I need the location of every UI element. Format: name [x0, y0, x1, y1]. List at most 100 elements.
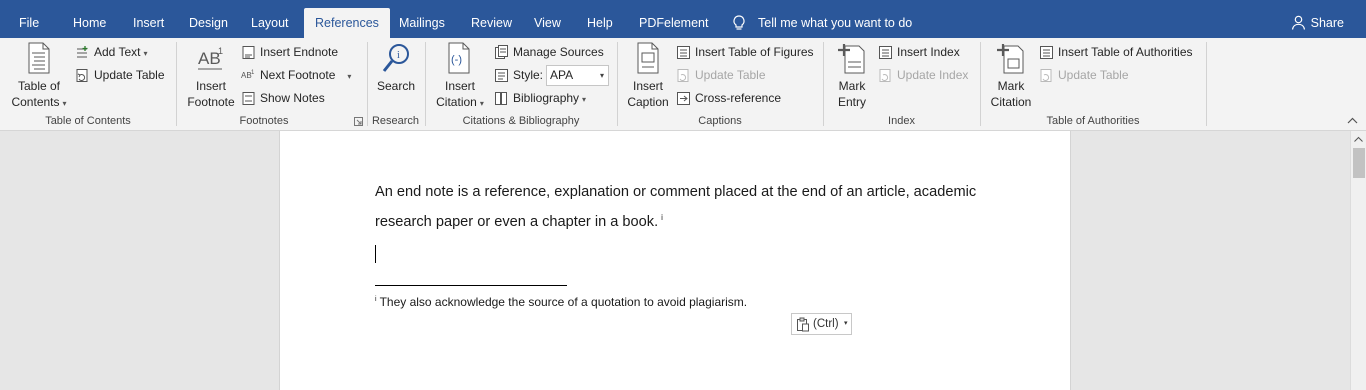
svg-text:i: i [397, 50, 400, 61]
insert-caption-label-2: Caption [627, 95, 669, 109]
insert-footnote-label-1: Insert [195, 79, 226, 93]
tab-file[interactable]: File [19, 8, 39, 38]
tab-mailings[interactable]: Mailings [399, 8, 445, 38]
endnote-text[interactable]: i They also acknowledge the source of a q… [375, 292, 747, 310]
group-separator [176, 42, 177, 126]
group-label-toc: Table of Contents [45, 115, 131, 127]
group-separator [425, 42, 426, 126]
update-table-label: Update Table [695, 68, 766, 82]
paste-options-button[interactable]: (Ctrl) ▾ [791, 313, 852, 335]
tell-me-text: Tell me what you want to do [758, 16, 913, 30]
share-button[interactable]: Share [1291, 8, 1344, 38]
svg-text:1: 1 [251, 70, 255, 76]
group-separator [823, 42, 824, 126]
cross-reference-button[interactable]: Cross-reference [676, 88, 781, 108]
insert-citation-label-1: Insert [444, 79, 475, 93]
toc-label-1: Table of [17, 79, 61, 93]
update-table-icon [1040, 69, 1052, 82]
insert-caption-button[interactable]: Insert Caption [624, 42, 672, 110]
update-index-icon [879, 69, 891, 82]
show-notes-icon [242, 92, 255, 105]
citation-style-select[interactable]: APA ▾ [546, 65, 609, 86]
insert-citation-button[interactable]: (-) Insert Citation ▾ [432, 42, 488, 112]
chevron-down-icon: ▾ [599, 71, 604, 80]
update-table-toc-button[interactable]: Update Table [75, 65, 165, 85]
insert-table-of-figures-button[interactable]: Insert Table of Figures [676, 42, 814, 62]
collapse-ribbon-icon[interactable] [1347, 117, 1358, 125]
manage-sources-button[interactable]: Manage Sources [494, 42, 604, 62]
body-paragraph[interactable]: An end note is a reference, explanation … [375, 180, 1015, 235]
mark-citation-label-1: Mark [997, 79, 1025, 93]
insert-table-of-authorities-label: Insert Table of Authorities [1058, 45, 1193, 59]
tab-insert[interactable]: Insert [133, 8, 164, 38]
insert-footnote-button[interactable]: AB 1 Insert Footnote [184, 42, 238, 110]
update-table-authorities-button[interactable]: Update Table [1039, 65, 1129, 85]
update-table-icon [76, 69, 88, 82]
mark-citation-label-2: Citation [990, 95, 1032, 109]
tab-pdfelement[interactable]: PDFelement [639, 8, 708, 38]
add-text-label: Add Text [94, 45, 141, 59]
tab-view[interactable]: View [534, 8, 561, 38]
next-footnote-button[interactable]: AB 1 Next Footnote ▾ [241, 65, 351, 85]
insert-endnote-label: Insert Endnote [260, 45, 339, 59]
scroll-up-icon[interactable] [1354, 136, 1363, 142]
endnote-content: They also acknowledge the source of a qu… [379, 295, 748, 309]
show-notes-button[interactable]: Show Notes [241, 88, 325, 108]
insert-endnote-icon [242, 46, 255, 59]
update-index-button[interactable]: Update Index [878, 65, 968, 85]
group-separator [1206, 42, 1207, 126]
mark-entry-button[interactable]: Mark Entry [830, 42, 874, 110]
next-footnote-label: Next Footnote [260, 68, 336, 82]
group-separator [617, 42, 618, 126]
update-index-label: Update Index [897, 68, 969, 82]
cross-reference-label: Cross-reference [695, 91, 782, 105]
update-table-captions-button[interactable]: Update Table [676, 65, 766, 85]
insert-index-button[interactable]: Insert Index [878, 42, 960, 62]
table-of-contents-button[interactable]: Table of Contents ▾ [10, 42, 68, 112]
style-label-container: Style: [494, 65, 543, 85]
tab-design[interactable]: Design [189, 8, 228, 38]
mark-entry-icon [838, 44, 865, 74]
search-button[interactable]: i Search [373, 42, 419, 94]
paragraph-text: An end note is a reference, explanation … [375, 184, 977, 230]
tab-references[interactable]: References [304, 8, 390, 38]
insert-table-of-authorities-button[interactable]: Insert Table of Authorities [1039, 42, 1193, 62]
document-page[interactable]: An end note is a reference, explanation … [279, 131, 1071, 390]
show-notes-label: Show Notes [260, 91, 325, 105]
insert-table-of-figures-label: Insert Table of Figures [695, 45, 814, 59]
next-footnote-icon: AB 1 [241, 70, 255, 80]
style-icon [495, 69, 508, 82]
add-text-icon [77, 46, 88, 58]
tab-review[interactable]: Review [471, 8, 512, 38]
group-separator [367, 42, 368, 126]
chevron-down-icon: ▾ [844, 320, 848, 327]
update-table-label: Update Table [94, 68, 165, 82]
group-label-authorities: Table of Authorities [1046, 115, 1140, 127]
endnote-reference-mark[interactable]: i [661, 213, 663, 222]
tell-me-search[interactable]: Tell me what you want to do [732, 8, 912, 38]
mark-citation-button[interactable]: Mark Citation [988, 42, 1034, 110]
share-label: Share [1310, 16, 1344, 30]
bibliography-button[interactable]: Bibliography ▾ [494, 88, 586, 108]
tab-layout[interactable]: Layout [251, 8, 289, 38]
scrollbar-thumb[interactable] [1353, 148, 1365, 178]
insert-endnote-button[interactable]: Insert Endnote [241, 42, 338, 62]
manage-sources-icon [495, 45, 508, 59]
table-of-authorities-icon [1040, 46, 1053, 59]
cross-reference-icon [677, 92, 690, 105]
citation-style-value: APA [550, 68, 574, 82]
add-text-button[interactable]: Add Text ▾ [75, 42, 148, 62]
insert-caption-icon [637, 42, 659, 74]
search-label: Search [376, 79, 416, 93]
svg-text:(-): (-) [451, 54, 462, 66]
group-label-captions: Captions [698, 115, 742, 127]
footnotes-dialog-launcher-icon[interactable] [354, 117, 363, 126]
svg-text:1: 1 [218, 46, 223, 56]
tab-home[interactable]: Home [73, 8, 106, 38]
vertical-scrollbar[interactable] [1350, 131, 1366, 390]
insert-citation-icon: (-) [448, 42, 470, 74]
tab-help[interactable]: Help [587, 8, 613, 38]
group-label-footnotes: Footnotes [239, 115, 289, 127]
update-table-label: Update Table [1058, 68, 1129, 82]
endnote-mark: i [375, 296, 377, 303]
